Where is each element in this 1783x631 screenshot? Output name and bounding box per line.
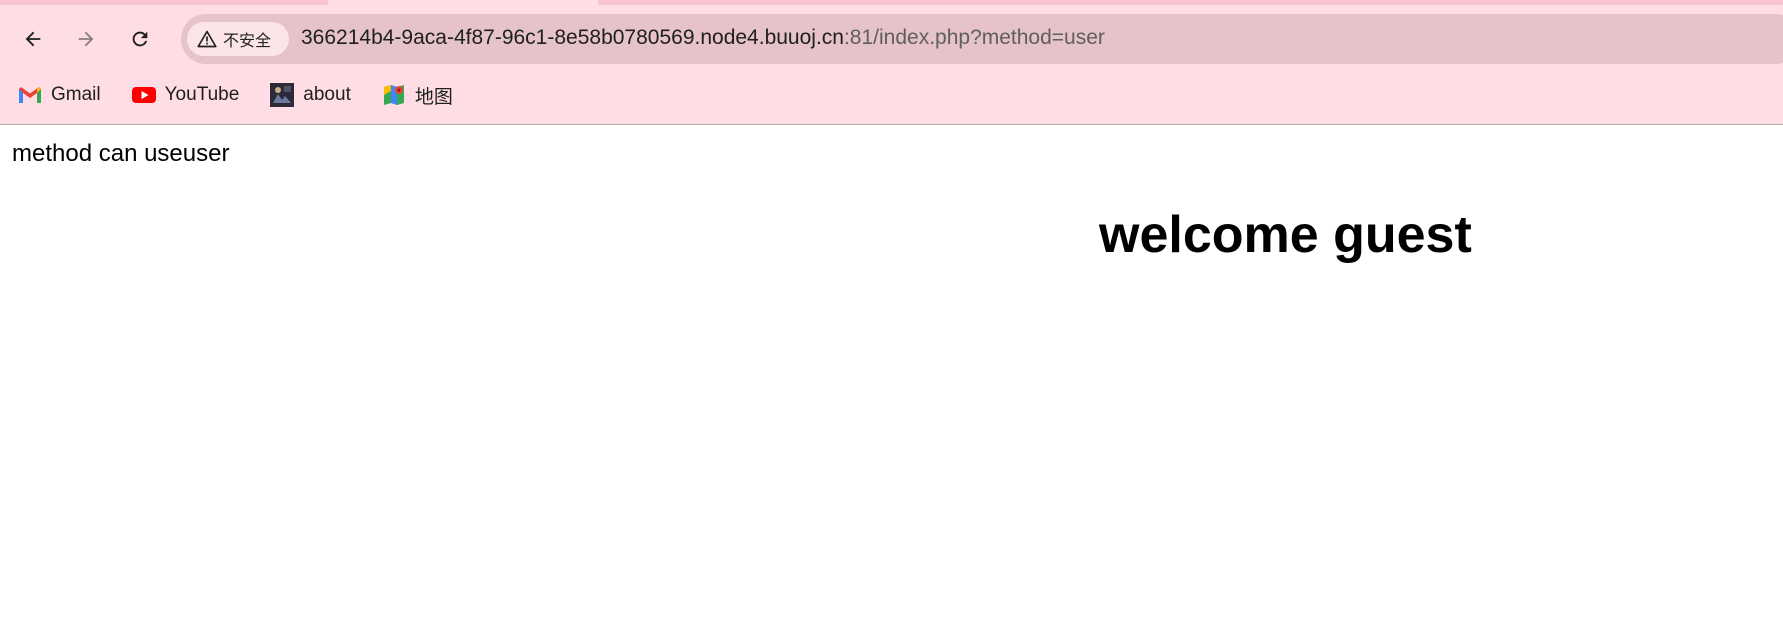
active-tab[interactable] xyxy=(328,0,598,5)
bookmark-label: 地图 xyxy=(414,86,453,108)
url-path: :81/index.php?method=user xyxy=(843,26,1105,49)
warning-triangle-icon xyxy=(197,30,217,48)
browser-chrome: 不安全 366214b4-9aca-4f87-96c1-8e58b0780569… xyxy=(0,0,1783,125)
bookmark-label: about xyxy=(303,84,351,105)
forward-button[interactable] xyxy=(69,22,103,56)
address-bar[interactable]: 不安全 366214b4-9aca-4f87-96c1-8e58b0780569… xyxy=(181,14,1783,64)
method-message: method can useuser xyxy=(12,140,230,167)
youtube-icon xyxy=(131,83,156,107)
security-indicator[interactable]: 不安全 xyxy=(187,22,289,56)
bookmark-maps[interactable]: 地图 xyxy=(382,78,453,112)
gmail-icon xyxy=(18,83,42,107)
maps-icon xyxy=(382,83,406,107)
back-button[interactable] xyxy=(16,22,50,56)
about-thumbnail-icon xyxy=(270,83,295,107)
arrow-left-icon xyxy=(25,31,41,47)
tab-strip xyxy=(0,0,1783,5)
chrome-divider xyxy=(0,124,1783,125)
bookmark-label: YouTube xyxy=(164,84,240,105)
bookmark-about[interactable]: about xyxy=(270,78,351,112)
welcome-heading: welcome guest xyxy=(1099,206,1472,264)
bookmark-gmail[interactable]: Gmail xyxy=(18,78,101,112)
bookmark-label: Gmail xyxy=(51,84,101,105)
reload-button[interactable] xyxy=(123,22,157,56)
bookmark-youtube[interactable]: YouTube xyxy=(131,78,240,112)
url-host: 366214b4-9aca-4f87-96c1-8e58b0780569.nod… xyxy=(301,26,844,49)
reload-icon xyxy=(132,31,148,47)
url-text[interactable]: 366214b4-9aca-4f87-96c1-8e58b0780569.nod… xyxy=(301,26,1105,50)
arrow-right-icon xyxy=(78,31,94,47)
bookmarks-bar: Gmail YouTube about 地图 xyxy=(0,78,466,112)
security-label: 不安全 xyxy=(223,31,272,50)
